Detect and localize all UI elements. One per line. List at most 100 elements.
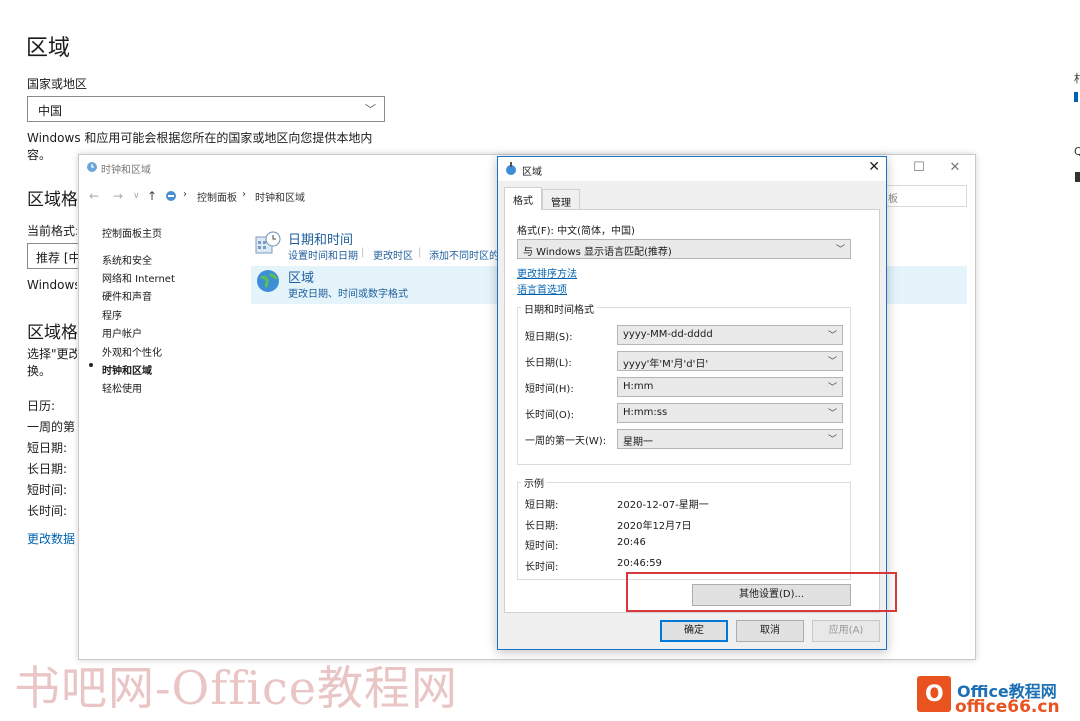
examples-title: 示例 [521, 475, 547, 490]
region-icon [506, 162, 516, 175]
breadcrumb-control-panel[interactable]: 控制面板 [197, 189, 237, 204]
example-long-time-value: 20:46:59 [617, 558, 662, 569]
format-label: 格式(F): 中文(简体，中国) [517, 226, 635, 237]
current-format-label: 当前格式: [27, 224, 77, 238]
short-time-value: H:mm [623, 381, 654, 392]
category-region-title[interactable]: 区域 [288, 267, 314, 286]
tab-admin[interactable]: 管理 [542, 189, 580, 209]
sidebar-item-hardware[interactable]: 硬件和声音 [102, 288, 152, 303]
link-add-clocks[interactable]: 添加不同时区的 [429, 247, 499, 262]
apply-button[interactable]: 应用(A) [812, 620, 880, 642]
change-format-link[interactable]: 更改数据 [27, 530, 77, 547]
long-date-label: 长日期(L): [525, 358, 572, 369]
globe-icon [257, 270, 279, 292]
country-select[interactable]: 中国 ﹀ [27, 96, 385, 122]
highlight-annotation-box [626, 572, 897, 612]
link-set-time-date[interactable]: 设置时间和日期 [288, 247, 358, 262]
chevron-down-icon[interactable]: ∨ [133, 191, 140, 201]
sidebar-item-home[interactable]: 控制面板主页 [102, 225, 162, 240]
format-data-heading: 区域格式 [27, 323, 77, 343]
link-separator: | [361, 247, 365, 258]
dialog-title: 区域 [522, 167, 542, 178]
first-day-label: 一周的第 [27, 420, 76, 434]
short-time-label: 短时间: [27, 483, 68, 497]
chevron-down-icon: ﹀ [827, 331, 837, 341]
format-select[interactable]: 与 Windows 显示语言匹配(推荐) ﹀ [517, 239, 851, 259]
back-arrow-icon[interactable]: ← [89, 189, 99, 203]
sidebar-item-user-accounts[interactable]: 用户帐户 [102, 325, 142, 340]
search-input[interactable]: 板 [881, 185, 967, 207]
short-date-value: yyyy-MM-dd-dddd [623, 329, 713, 340]
first-day-value: 星期一 [623, 437, 653, 448]
first-day-label: 一周的第一天(W): [525, 436, 607, 447]
current-item-bullet [89, 363, 93, 367]
short-date-label: 短日期: [27, 441, 68, 455]
long-date-label: 长日期: [27, 462, 68, 476]
breadcrumb-clock-region[interactable]: 时钟和区域 [255, 189, 305, 204]
windows-text: Windows [27, 278, 77, 292]
office-logo-letter: O [925, 682, 944, 707]
close-button[interactable]: ✕ [937, 158, 973, 178]
maximize-button[interactable]: ☐ [901, 158, 937, 178]
chevron-down-icon: ﹀ [827, 409, 837, 419]
select-text-2: 换。 [27, 364, 52, 378]
sidebar-item-system-security[interactable]: 系统和安全 [102, 252, 152, 267]
short-date-label: 短日期(S): [525, 332, 573, 343]
watermark-text: 书吧网-Office教程网 [14, 661, 459, 715]
sidebar-item-programs[interactable]: 程序 [102, 307, 122, 322]
language-prefs-link[interactable]: 语言首选项 [517, 281, 567, 296]
short-time-label: 短时间(H): [525, 384, 574, 395]
chevron-down-icon: ﹀ [827, 383, 837, 393]
calendar-label: 日历: [27, 399, 56, 413]
change-sort-link[interactable]: 更改排序方法 [517, 265, 577, 280]
tab-format[interactable]: 格式 [504, 187, 542, 210]
link-change-timezone[interactable]: 更改时区 [373, 247, 413, 262]
example-long-date-label: 长日期: [525, 521, 559, 532]
datetime-group-title: 日期和时间格式 [521, 301, 597, 316]
link-change-formats[interactable]: 更改日期、时间或数字格式 [288, 285, 408, 300]
sidebar-item-network[interactable]: 网络和 Internet [102, 270, 175, 285]
long-date-select[interactable]: yyyy'年'M'月'd'日' ﹀ [617, 351, 843, 371]
short-time-select[interactable]: H:mm ﹀ [617, 377, 843, 397]
dialog-titlebar: 区域 ✕ [498, 157, 886, 181]
link-separator: | [418, 247, 422, 258]
example-long-time-label: 长时间: [525, 562, 559, 573]
chevron-down-icon: ﹀ [835, 245, 845, 255]
control-panel-icon [166, 191, 176, 201]
long-time-label: 长时间: [27, 504, 68, 518]
sidebar-item-clock-region[interactable]: 时钟和区域 [102, 362, 152, 377]
select-text: 选择"更改 [27, 347, 77, 361]
example-short-date-value: 2020-12-07-星期一 [617, 500, 709, 511]
format-tab-panel: 格式(F): 中文(简体，中国) 与 Windows 显示语言匹配(推荐) ﹀ … [504, 209, 880, 613]
right-fragment-1: 村 [1074, 72, 1080, 85]
example-short-date-label: 短日期: [525, 500, 559, 511]
example-short-time-label: 短时间: [525, 541, 559, 552]
close-icon[interactable]: ✕ [868, 159, 880, 175]
chevron-down-icon: ﹀ [827, 435, 837, 445]
first-day-select[interactable]: 星期一 ﹀ [617, 429, 843, 449]
watermark-logo-line2: office66.cn [955, 697, 1060, 717]
clock-region-icon [87, 162, 97, 172]
format-heading: 区域格式 [27, 190, 77, 210]
right-link-fragment[interactable] [1074, 92, 1078, 102]
up-arrow-icon[interactable]: ↑ [147, 189, 157, 203]
chevron-down-icon: ﹀ [365, 103, 376, 116]
example-long-date-value: 2020年12月7日 [617, 521, 692, 532]
long-time-select[interactable]: H:mm:ss ﹀ [617, 403, 843, 423]
short-date-select[interactable]: yyyy-MM-dd-dddd ﹀ [617, 325, 843, 345]
breadcrumb-separator: › [183, 189, 187, 200]
cancel-button[interactable]: 取消 [736, 620, 804, 642]
page-title: 区域 [26, 36, 71, 61]
person-icon [1075, 172, 1080, 182]
example-short-time-value: 20:46 [617, 537, 646, 548]
country-label: 国家或地区 [27, 77, 88, 91]
forward-arrow-icon[interactable]: → [113, 189, 123, 203]
sidebar-item-appearance[interactable]: 外观和个性化 [102, 344, 162, 359]
category-date-time-title[interactable]: 日期和时间 [288, 229, 353, 248]
date-time-icon [255, 231, 281, 254]
ok-button[interactable]: 确定 [660, 620, 728, 642]
long-time-label: 长时间(O): [525, 410, 575, 421]
right-fragment-2: Q [1074, 145, 1080, 158]
long-date-value: yyyy'年'M'月'd'日' [623, 359, 709, 370]
sidebar-item-ease-of-access[interactable]: 轻松使用 [102, 380, 142, 395]
